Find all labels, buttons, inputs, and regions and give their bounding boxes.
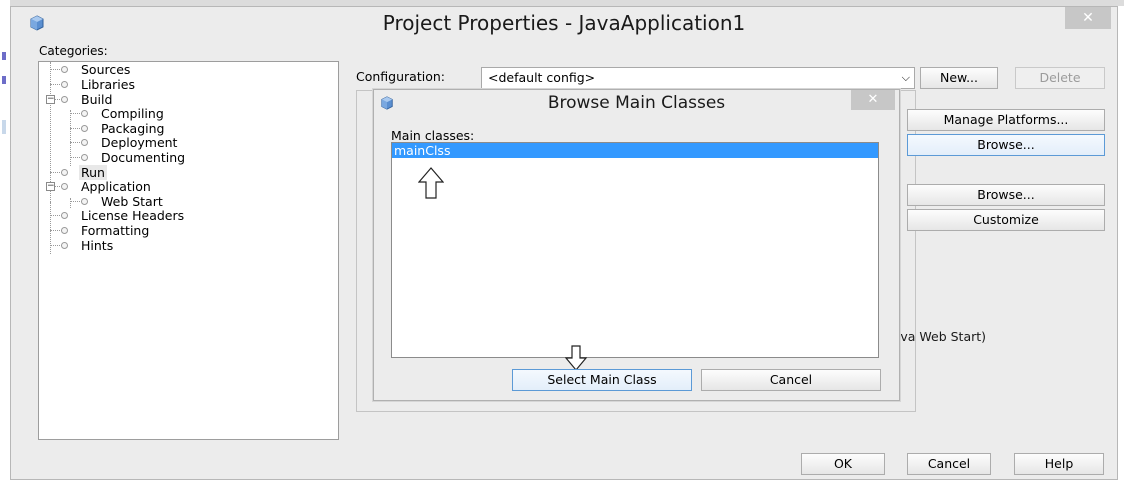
project-properties-dialog: Project Properties - JavaApplication1 ✕ … bbox=[10, 6, 1118, 480]
tree-item-run[interactable]: Run bbox=[79, 165, 107, 180]
tree-item-label: Packaging bbox=[101, 121, 165, 136]
tree-item-label: Documenting bbox=[101, 150, 186, 165]
down-arrow-icon bbox=[565, 345, 587, 371]
bullet-icon bbox=[61, 227, 68, 234]
list-item[interactable]: mainClss bbox=[392, 143, 878, 158]
tree-item-label: Compiling bbox=[101, 106, 164, 121]
background-editor-strip bbox=[0, 0, 10, 482]
tree-item-documenting[interactable]: Documenting bbox=[99, 150, 187, 165]
main-classes-list[interactable]: mainClss bbox=[391, 142, 879, 358]
collapse-icon[interactable]: − bbox=[46, 182, 55, 191]
tree-item-label: Sources bbox=[81, 62, 131, 77]
tree-connector bbox=[50, 62, 51, 222]
tree-item-label: Libraries bbox=[81, 77, 135, 92]
chevron-down-icon: ⌵ bbox=[901, 71, 910, 84]
bullet-icon bbox=[61, 183, 68, 190]
bullet-icon bbox=[81, 110, 88, 117]
close-icon: ✕ bbox=[1082, 10, 1094, 26]
tree-item-build[interactable]: Build bbox=[79, 92, 114, 107]
help-button[interactable]: Help bbox=[1014, 453, 1104, 475]
close-dialog-button[interactable]: ✕ bbox=[851, 90, 895, 110]
up-arrow-icon bbox=[418, 167, 444, 199]
editor-marker bbox=[2, 52, 6, 60]
tree-item-label: Application bbox=[81, 179, 151, 194]
tree-item-libraries[interactable]: Libraries bbox=[79, 77, 137, 92]
cancel-button[interactable]: Cancel bbox=[907, 453, 991, 475]
new-config-button[interactable]: New... bbox=[920, 67, 998, 89]
bullet-icon bbox=[61, 242, 68, 249]
collapse-icon[interactable]: − bbox=[46, 95, 55, 104]
close-window-button[interactable]: ✕ bbox=[1065, 7, 1111, 29]
tree-item-packaging[interactable]: Packaging bbox=[99, 121, 166, 136]
tree-item-web-start[interactable]: Web Start bbox=[99, 194, 165, 209]
bullet-icon bbox=[81, 125, 88, 132]
browse-main-classes-dialog: Browse Main Classes ✕ Main classes: main… bbox=[373, 89, 900, 401]
cancel-browse-button[interactable]: Cancel bbox=[701, 369, 881, 391]
bullet-icon bbox=[81, 139, 88, 146]
configuration-value: <default config> bbox=[488, 70, 596, 85]
bullet-icon bbox=[61, 96, 68, 103]
tree-item-compiling[interactable]: Compiling bbox=[99, 106, 166, 121]
ok-button[interactable]: OK bbox=[801, 453, 885, 475]
window-title: Project Properties - JavaApplication1 bbox=[382, 11, 746, 35]
tree-item-deployment[interactable]: Deployment bbox=[99, 135, 179, 150]
browse-working-dir-button[interactable]: Browse... bbox=[907, 184, 1105, 206]
select-main-class-button[interactable]: Select Main Class bbox=[512, 369, 692, 391]
tree-item-label: Build bbox=[81, 92, 113, 107]
browse-main-class-button[interactable]: Browse... bbox=[907, 134, 1105, 156]
tree-item-label: Deployment bbox=[101, 135, 178, 150]
tree-item-formatting[interactable]: Formatting bbox=[79, 223, 151, 238]
tree-connector bbox=[70, 198, 71, 208]
configuration-label: Configuration: bbox=[356, 69, 445, 84]
bullet-icon bbox=[61, 81, 68, 88]
tree-item-hints[interactable]: Hints bbox=[79, 238, 115, 253]
bullet-icon bbox=[61, 66, 68, 73]
configuration-select[interactable]: <default config> ⌵ bbox=[481, 67, 915, 89]
tree-item-label: Formatting bbox=[81, 223, 150, 238]
tree-item-sources[interactable]: Sources bbox=[79, 62, 132, 77]
tree-item-application[interactable]: Application bbox=[79, 179, 153, 194]
tree-item-label: Run bbox=[79, 165, 107, 180]
bullet-icon bbox=[61, 212, 68, 219]
bullet-icon bbox=[61, 169, 68, 176]
title-bar: Project Properties - JavaApplication1 ✕ bbox=[11, 7, 1117, 39]
tree-item-label: License Headers bbox=[81, 208, 185, 223]
customize-button[interactable]: Customize bbox=[907, 209, 1105, 231]
editor-marker bbox=[2, 120, 6, 134]
tree-item-license-headers[interactable]: License Headers bbox=[79, 208, 186, 223]
bullet-icon bbox=[81, 154, 88, 161]
delete-config-button[interactable]: Delete bbox=[1015, 67, 1105, 89]
editor-marker bbox=[2, 76, 6, 84]
tree-item-label: Hints bbox=[81, 238, 114, 253]
categories-label: Categories: bbox=[39, 44, 108, 58]
main-classes-label: Main classes: bbox=[391, 128, 475, 143]
manage-platforms-button[interactable]: Manage Platforms... bbox=[907, 109, 1105, 131]
close-icon: ✕ bbox=[867, 92, 879, 107]
categories-tree[interactable]: Sources Libraries − Build Compiling Pack… bbox=[38, 61, 339, 440]
web-start-note: Java Web Start) bbox=[889, 329, 987, 344]
tree-item-label: Web Start bbox=[101, 194, 163, 209]
dialog-title: Browse Main Classes bbox=[547, 93, 726, 113]
bullet-icon bbox=[81, 198, 88, 205]
tree-connector bbox=[50, 202, 51, 254]
